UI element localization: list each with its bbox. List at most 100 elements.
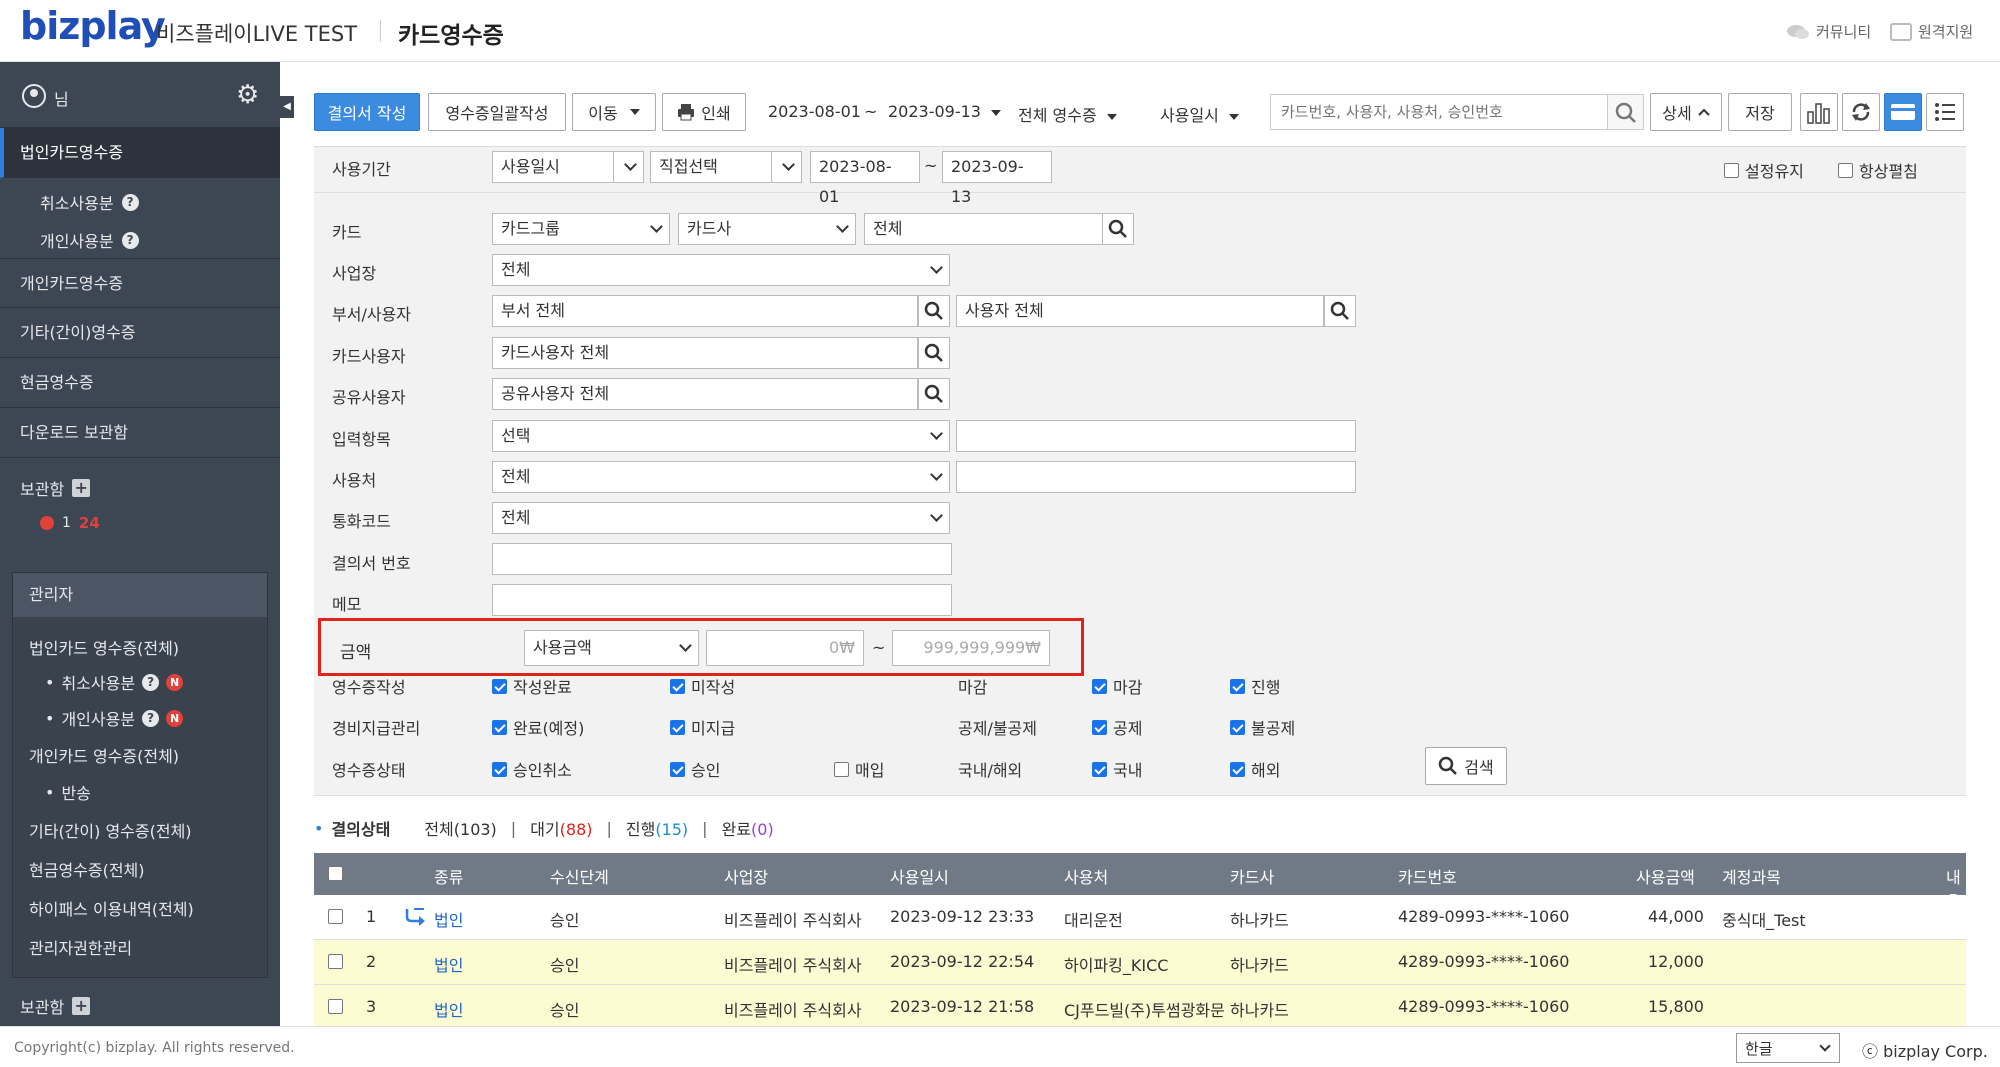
exp-not-checkbox[interactable]: 미지급	[670, 715, 735, 739]
merchant-text[interactable]	[956, 461, 1356, 493]
collapse-sidebar-icon[interactable]: ◀	[280, 96, 294, 118]
rs-purchase-checkbox[interactable]: 매입	[834, 757, 884, 781]
admin-cancel[interactable]: • 취소사용분 ? N	[45, 670, 184, 694]
community-link[interactable]: 커뮤니티	[1786, 21, 1871, 42]
deduct-yes-checkbox[interactable]: 공제	[1092, 715, 1142, 739]
period-select[interactable]: 직접선택	[650, 151, 802, 183]
search-input[interactable]	[1270, 94, 1608, 130]
row-type-link[interactable]: 법인	[434, 907, 463, 931]
filter-search-button[interactable]: 검색	[1425, 747, 1507, 785]
always-open-checkbox[interactable]: 항상펼침	[1838, 158, 1918, 182]
col-biz[interactable]: 사업장	[724, 864, 768, 888]
keep-setting-checkbox[interactable]: 설정유지	[1724, 158, 1804, 182]
sidebar-item-personal-card[interactable]: 개인카드영수증	[0, 258, 280, 308]
shared-user-search-button[interactable]	[918, 378, 950, 410]
card-company-select[interactable]: 카드사	[678, 213, 856, 245]
row-type-link[interactable]: 법인	[434, 952, 463, 976]
sidebar-sub-cancel[interactable]: 취소사용분 ?	[40, 190, 139, 214]
batch-receipt-button[interactable]: 영수증일괄작성	[428, 93, 566, 131]
add-archive-icon[interactable]: +	[72, 479, 91, 497]
exp-done-checkbox[interactable]: 완료(예정)	[492, 715, 584, 739]
amount-to-input[interactable]: 999,999,999₩	[892, 630, 1050, 666]
card-view-button[interactable]	[1884, 93, 1922, 131]
col-company[interactable]: 카드사	[1230, 864, 1274, 888]
rs-approve-checkbox[interactable]: 승인	[670, 757, 720, 781]
period-from-input[interactable]: 2023-08-01	[810, 151, 920, 206]
close-progress-checkbox[interactable]: 진행	[1230, 674, 1280, 698]
rw-done-checkbox[interactable]: 작성완료	[492, 674, 572, 698]
bizplay-logo[interactable]: bizplay	[20, 4, 166, 48]
refresh-button[interactable]	[1842, 93, 1880, 131]
currency-select[interactable]: 전체	[492, 502, 950, 534]
card-group-select[interactable]: 카드그룹	[492, 213, 670, 245]
toolbar-date-to[interactable]: 2023-09-13	[888, 102, 1001, 121]
row-account[interactable]: 중식대_Test	[1722, 907, 1806, 931]
list-view-button[interactable]	[1926, 93, 1964, 131]
select-all-checkbox[interactable]	[328, 866, 343, 885]
col-stage[interactable]: 수신단계	[550, 864, 609, 888]
add-archive-icon[interactable]: +	[72, 997, 91, 1015]
admin-permission[interactable]: 관리자권한관리	[29, 935, 132, 959]
region-abroad-checkbox[interactable]: 해외	[1230, 757, 1280, 781]
col-date[interactable]: 사용일시	[890, 864, 949, 888]
remote-support-link[interactable]: 원격지원	[1890, 21, 1973, 42]
period-to-input[interactable]: 2023-09-13	[942, 151, 1052, 206]
sidebar-item-other-receipt[interactable]: 기타(간이)영수증	[0, 308, 280, 358]
close-done-checkbox[interactable]: 마감	[1092, 674, 1142, 698]
rw-not-checkbox[interactable]: 미작성	[670, 674, 735, 698]
amount-type-select[interactable]: 사용금액	[524, 630, 699, 666]
memo-input[interactable]	[492, 584, 952, 616]
status-all-link[interactable]: 전체(103)	[424, 816, 496, 840]
language-select[interactable]: 한글	[1736, 1033, 1840, 1063]
status-done-link[interactable]: 완료(0)	[722, 816, 774, 840]
row-checkbox[interactable]	[328, 954, 343, 973]
card-user-input[interactable]: 카드사용자 전체	[492, 337, 918, 369]
deduct-no-checkbox[interactable]: 불공제	[1230, 715, 1295, 739]
status-wait-link[interactable]: 대기(88)	[530, 816, 592, 840]
col-account[interactable]: 계정과목	[1722, 864, 1781, 888]
col-amount[interactable]: 사용금액	[1636, 864, 1695, 888]
admin-personal-card-all[interactable]: 개인카드 영수증(전체)	[29, 743, 179, 767]
input-item-text[interactable]	[956, 420, 1356, 452]
admin-cash-all[interactable]: 현금영수증(전체)	[29, 857, 145, 881]
row-checkbox[interactable]	[328, 999, 343, 1018]
help-icon[interactable]: ?	[142, 709, 160, 727]
sidebar-archive[interactable]: 보관함 +	[20, 476, 91, 500]
table-row[interactable]: 3 법인 승인 비즈플레이 주식회사 2023-09-12 21:58 CJ푸드…	[314, 985, 1966, 1026]
save-button[interactable]: 저장	[1728, 93, 1792, 131]
search-button[interactable]	[1608, 94, 1644, 130]
table-row[interactable]: 1 법인 승인 비즈플레이 주식회사 2023-09-12 23:33 대리운전…	[314, 895, 1966, 940]
card-input[interactable]: 전체	[864, 213, 1104, 245]
col-card[interactable]: 카드번호	[1398, 864, 1457, 888]
dept-input[interactable]: 부서 전체	[492, 295, 918, 327]
row-checkbox[interactable]	[328, 909, 343, 928]
user-input[interactable]: 사용자 전체	[956, 295, 1324, 327]
shared-user-input[interactable]: 공유사용자 전체	[492, 378, 918, 410]
col-type[interactable]: 종류	[434, 864, 463, 888]
sidebar-item-corp-card[interactable]: 법인카드영수증	[0, 128, 280, 178]
col-merchant[interactable]: 사용처	[1064, 864, 1108, 888]
dept-search-button[interactable]	[918, 295, 950, 327]
sidebar-sub-personal[interactable]: 개인사용분 ?	[40, 228, 139, 252]
help-icon[interactable]: ?	[121, 193, 139, 211]
toolbar-date-from[interactable]: 2023-08-01	[768, 102, 861, 121]
admin-return[interactable]: • 반송	[45, 780, 91, 804]
help-icon[interactable]: ?	[121, 231, 139, 249]
chart-view-button[interactable]	[1800, 93, 1838, 131]
write-report-button[interactable]: 결의서 작성	[314, 93, 420, 131]
amount-from-input[interactable]: 0₩	[706, 630, 864, 666]
user-search-button[interactable]	[1324, 295, 1356, 327]
sidebar-archive-bottom[interactable]: 보관함 +	[20, 994, 91, 1018]
admin-other-all[interactable]: 기타(간이) 영수증(전체)	[29, 818, 192, 842]
region-dom-checkbox[interactable]: 국내	[1092, 757, 1142, 781]
print-button[interactable]: 인쇄	[662, 93, 746, 131]
move-button[interactable]: 이동	[572, 93, 656, 131]
admin-personal[interactable]: • 개인사용분 ? N	[45, 706, 184, 730]
sort-dropdown[interactable]: 사용일시	[1160, 102, 1239, 126]
input-item-select[interactable]: 선택	[492, 420, 950, 452]
receipt-type-dropdown[interactable]: 전체 영수증	[1018, 102, 1117, 126]
rs-cancel-checkbox[interactable]: 승인취소	[492, 757, 572, 781]
row-type-link[interactable]: 법인	[434, 997, 463, 1021]
sidebar-item-cash-receipt[interactable]: 현금영수증	[0, 358, 280, 408]
help-icon[interactable]: ?	[142, 673, 160, 691]
